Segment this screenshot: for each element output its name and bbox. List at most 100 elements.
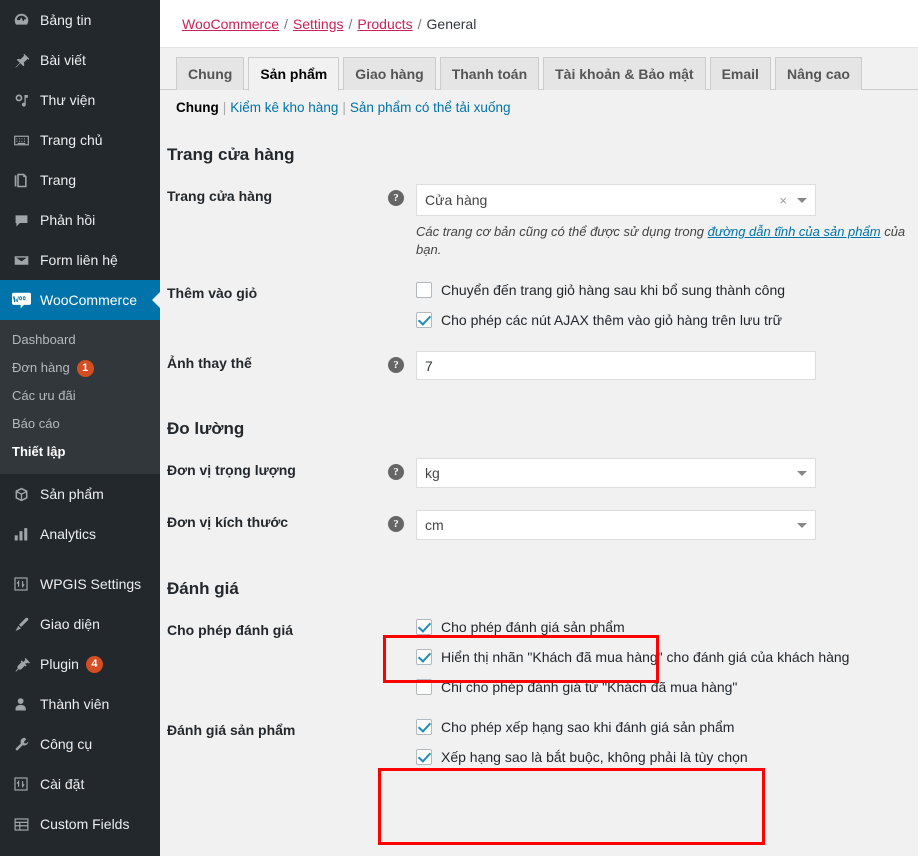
help-icon[interactable]: ? xyxy=(388,464,404,481)
email-icon xyxy=(10,250,32,270)
plugin-icon xyxy=(10,654,32,674)
submenu-item-orders[interactable]: Đơn hàng 1 xyxy=(0,354,160,382)
help-icon[interactable]: ? xyxy=(388,190,404,206)
sidebar-item-contact-form[interactable]: Form liên hệ xyxy=(0,240,160,280)
checkbox-label[interactable]: Cho phép xếp hạng sao khi đánh giá sản p… xyxy=(441,718,734,736)
tab-giao-hang[interactable]: Giao hàng xyxy=(343,57,436,90)
sidebar-item-home[interactable]: Trang chủ xyxy=(0,120,160,160)
sidebar-item-customize[interactable]: Tùy chỉnh xyxy=(0,844,160,856)
sidebar-item-label: Form liên hệ xyxy=(40,252,118,268)
submenu-item-coupons[interactable]: Các ưu đãi xyxy=(0,382,160,410)
dashboard-icon xyxy=(10,10,32,30)
permalink-settings-link[interactable]: đường dẫn tĩnh của sản phẩm xyxy=(708,224,881,239)
submenu-item-dashboard[interactable]: Dashboard xyxy=(0,326,160,354)
shop-page-form-table: Trang cửa hàng ? Cửa hàng × Các trang cơ… xyxy=(160,173,918,391)
sidebar-item-analytics[interactable]: Analytics xyxy=(0,514,160,554)
checkbox-verified-owners-only[interactable] xyxy=(416,679,432,696)
sidebar-item-label: Cài đặt xyxy=(40,776,85,792)
checkbox-label[interactable]: Cho phép các nút AJAX thêm vào giỏ hàng … xyxy=(441,311,782,329)
sidebar-item-posts[interactable]: Bài viết xyxy=(0,40,160,80)
pin-icon xyxy=(10,50,32,70)
reviews-form-table: Cho phép đánh giá Cho phép đánh giá sản … xyxy=(160,607,918,777)
checkbox-label[interactable]: Xếp hạng sao là bắt buộc, không phải là … xyxy=(441,748,748,766)
checkbox-label[interactable]: Chuyển đến trang giỏ hàng sau khi bổ sun… xyxy=(441,281,785,299)
dimension-unit-field-row: ? cm xyxy=(388,510,908,541)
checkbox-label[interactable]: Chỉ cho phép đánh giá từ "Khách đã mua h… xyxy=(441,678,737,696)
sidebar-item-settings[interactable]: Cài đặt xyxy=(0,764,160,804)
checkbox-enable-reviews[interactable] xyxy=(416,619,432,636)
tab-tai-khoan-bao-mat[interactable]: Tài khoản & Bảo mật xyxy=(543,57,706,90)
sidebar-item-media[interactable]: Thư viện xyxy=(0,80,160,120)
clear-selection-icon[interactable]: × xyxy=(779,193,787,208)
checkbox-enable-star-rating[interactable] xyxy=(416,719,432,736)
chevron-down-icon[interactable] xyxy=(797,522,807,528)
tab-nang-cao[interactable]: Nâng cao xyxy=(774,57,862,90)
chevron-down-icon[interactable] xyxy=(797,470,807,476)
sidebar-item-label: Bài viết xyxy=(40,52,86,68)
checkbox-ajax-add-to-cart[interactable] xyxy=(416,312,432,329)
chevron-down-icon[interactable] xyxy=(797,197,807,203)
checkbox-row-verified-owner-label[interactable]: Hiển thị nhãn "Khách đã mua hàng" cho đá… xyxy=(416,648,849,666)
breadcrumb-item-products[interactable]: Products xyxy=(357,16,412,32)
page-icon xyxy=(10,170,32,190)
sidebar-item-label: Bảng tin xyxy=(40,12,92,28)
checkbox-row-enable-reviews[interactable]: Cho phép đánh giá sản phẩm xyxy=(416,618,849,636)
placeholder-image-input[interactable] xyxy=(416,351,816,381)
shop-page-select[interactable]: Cửa hàng × xyxy=(416,184,816,216)
sidebar-item-woocommerce[interactable]: WooCommerce xyxy=(0,280,160,320)
sidebar-item-dashboard[interactable]: Bảng tin xyxy=(0,0,160,40)
sidebar-item-products[interactable]: Sản phẩm xyxy=(0,474,160,514)
placeholder-image-field-row: ? xyxy=(388,351,908,381)
subsection-kiem-ke-kho-hang[interactable]: Kiểm kê kho hàng xyxy=(230,100,338,115)
breadcrumb-item-settings[interactable]: Settings xyxy=(293,16,344,32)
submenu-item-settings[interactable]: Thiết lập xyxy=(0,438,160,466)
sidebar-item-appearance[interactable]: Giao diện xyxy=(0,604,160,644)
sidebar-item-label: Analytics xyxy=(40,526,97,542)
shop-page-field-row: ? Cửa hàng × Các trang cơ bản cũng có th… xyxy=(388,184,908,259)
checkbox-label[interactable]: Hiển thị nhãn "Khách đã mua hàng" cho đá… xyxy=(441,648,849,666)
tab-email[interactable]: Email xyxy=(709,57,771,90)
sidebar-item-comments[interactable]: Phản hồi xyxy=(0,200,160,240)
breadcrumb-item-general: General xyxy=(426,15,477,32)
subsection-san-pham-tai-xuong[interactable]: Sản phẩm có thể tải xuống xyxy=(350,100,511,115)
users-icon xyxy=(10,694,32,714)
weight-unit-select[interactable]: kg xyxy=(416,458,816,489)
sidebar-item-wpgis-settings[interactable]: WPGIS Settings xyxy=(0,564,160,604)
home-icon xyxy=(10,130,32,150)
sidebar-item-label: Thư viện xyxy=(40,92,96,108)
checkbox-star-rating-required[interactable] xyxy=(416,749,432,766)
products-box-icon xyxy=(10,484,32,504)
desc-text-before: Các trang cơ bản cũng có thể được sử dụn… xyxy=(416,224,708,239)
sidebar-item-plugins[interactable]: Plugin 4 xyxy=(0,644,160,684)
form-row-placeholder-image: Ảnh thay thế ? xyxy=(160,340,918,391)
sidebar-item-tools[interactable]: Công cụ xyxy=(0,724,160,764)
help-icon[interactable]: ? xyxy=(388,516,404,533)
bar-chart-icon xyxy=(10,524,32,544)
checkbox-row-verified-owners-only[interactable]: Chỉ cho phép đánh giá từ "Khách đã mua h… xyxy=(416,678,849,696)
checkbox-label[interactable]: Cho phép đánh giá sản phẩm xyxy=(441,618,625,636)
subsection-chung[interactable]: Chung xyxy=(176,100,219,115)
shop-page-select-value: Cửa hàng xyxy=(425,192,488,208)
dimension-unit-value: cm xyxy=(425,517,444,534)
sidebar-item-pages[interactable]: Trang xyxy=(0,160,160,200)
checkbox-row-redirect-cart[interactable]: Chuyển đến trang giỏ hàng sau khi bổ sun… xyxy=(416,281,785,299)
tab-chung[interactable]: Chung xyxy=(176,57,245,90)
sidebar-item-custom-fields[interactable]: Custom Fields xyxy=(0,804,160,844)
settings-sliders-icon xyxy=(10,774,32,794)
tab-san-pham[interactable]: Sản phẩm xyxy=(248,57,340,91)
tab-thanh-toan[interactable]: Thanh toán xyxy=(439,57,540,90)
checkbox-row-enable-star-rating[interactable]: Cho phép xếp hạng sao khi đánh giá sản p… xyxy=(416,718,748,736)
breadcrumb-item-woocommerce[interactable]: WooCommerce xyxy=(182,16,279,32)
sidebar-item-users[interactable]: Thành viên xyxy=(0,684,160,724)
checkbox-verified-owner-label[interactable] xyxy=(416,649,432,666)
checkbox-redirect-cart[interactable] xyxy=(416,282,432,299)
section-title-shop-page: Trang cửa hàng xyxy=(167,145,295,164)
sidebar-item-label: Sản phẩm xyxy=(40,486,104,502)
breadcrumb-separator: / xyxy=(348,15,353,32)
sidebar-item-label: Trang xyxy=(40,172,77,188)
checkbox-row-ajax-add-to-cart[interactable]: Cho phép các nút AJAX thêm vào giỏ hàng … xyxy=(416,311,785,329)
submenu-item-reports[interactable]: Báo cáo xyxy=(0,410,160,438)
checkbox-row-star-rating-required[interactable]: Xếp hạng sao là bắt buộc, không phải là … xyxy=(416,748,748,766)
dimension-unit-select[interactable]: cm xyxy=(416,510,816,541)
help-icon[interactable]: ? xyxy=(388,357,404,374)
